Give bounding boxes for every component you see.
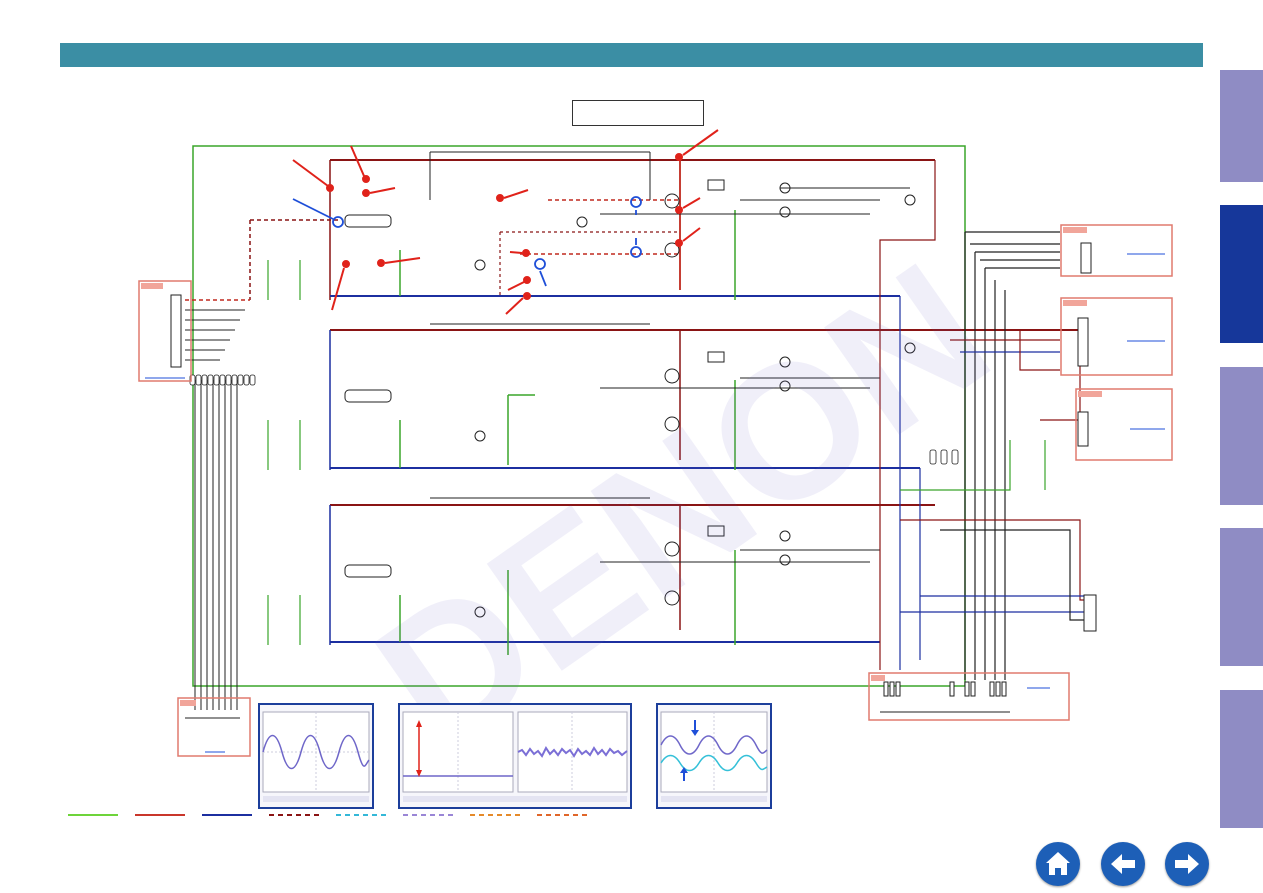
input-wiring xyxy=(185,309,245,710)
input-resistor-row xyxy=(189,374,256,386)
measurement-markers-red xyxy=(292,129,719,315)
connector-bottom-right xyxy=(868,672,1070,721)
connector-right-2 xyxy=(1060,297,1173,376)
home-icon xyxy=(1046,852,1070,875)
arrow-left-icon xyxy=(1111,854,1135,874)
measurement-markers-blue xyxy=(292,196,642,287)
arrow-right-icon xyxy=(1175,854,1199,874)
forward-button[interactable] xyxy=(1165,842,1209,886)
back-button[interactable] xyxy=(1101,842,1145,886)
ic-ch1 xyxy=(344,214,392,228)
scope-capture-3 xyxy=(656,703,772,809)
scope-capture-1 xyxy=(258,703,374,809)
home-button[interactable] xyxy=(1036,842,1080,886)
connector-bottom-left xyxy=(177,697,251,757)
connector-right-1 xyxy=(1060,224,1173,277)
connector-left-input xyxy=(138,280,192,382)
scope-capture-2 xyxy=(398,703,632,809)
amp-channel-1 xyxy=(185,151,935,301)
connector-right-3 xyxy=(1075,388,1173,461)
connector-right-speaker xyxy=(1083,594,1097,632)
